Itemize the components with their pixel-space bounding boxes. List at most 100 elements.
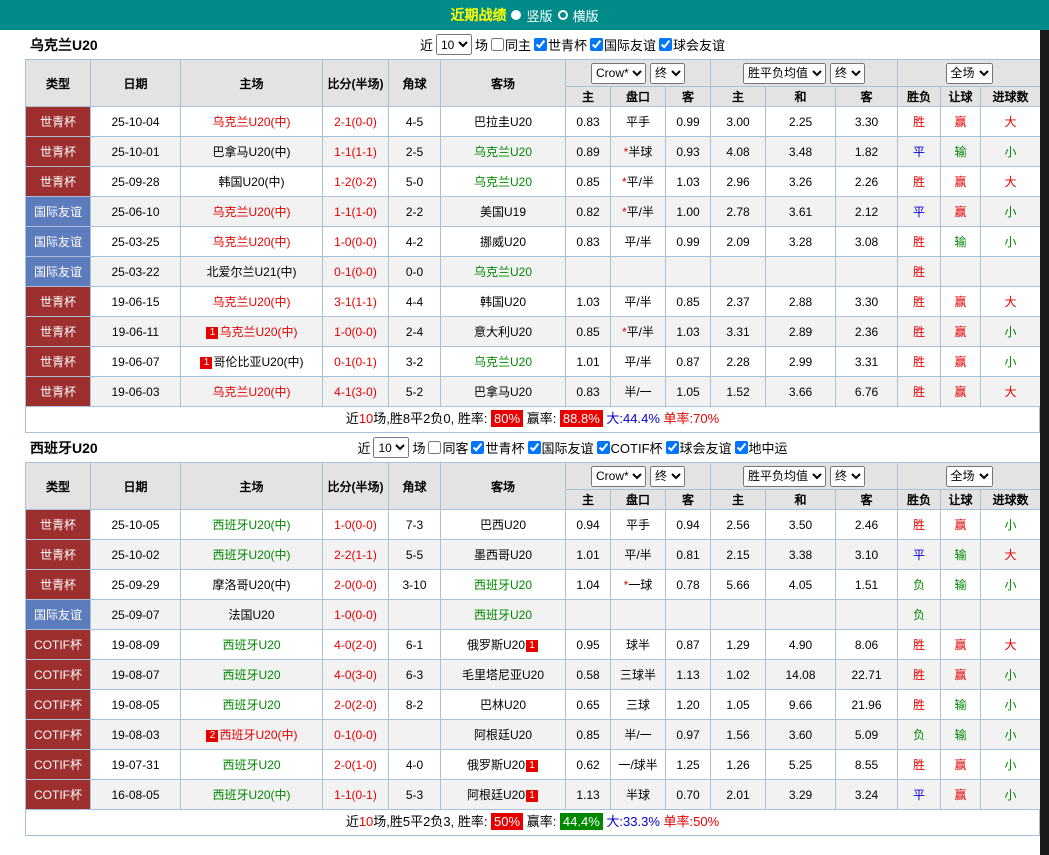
match-count-select[interactable]: 10: [436, 34, 472, 55]
away-team-name[interactable]: 乌克兰U20: [474, 175, 532, 189]
euro-type-select[interactable]: 胜平负均值: [743, 63, 826, 84]
home-team-name[interactable]: 法国U20: [228, 608, 274, 622]
away-team-name[interactable]: 俄罗斯U20: [467, 638, 525, 652]
layout-label-vertical[interactable]: 竖版: [526, 6, 552, 25]
competition-filter-0[interactable]: 世青杯: [534, 35, 587, 54]
handicap-result: 赢: [941, 167, 981, 197]
asia-stage-select[interactable]: 终: [650, 466, 685, 487]
asia-away-odds: 0.85: [666, 287, 711, 317]
away-team-name[interactable]: 美国U19: [480, 205, 526, 219]
home-team-name[interactable]: 西班牙U20: [222, 698, 280, 712]
away-team-name[interactable]: 墨西哥U20: [474, 548, 532, 562]
home-team-name[interactable]: 巴拿马U20(中): [212, 145, 290, 159]
same-venue-filter-checkbox[interactable]: [428, 441, 441, 454]
away-team-name[interactable]: 巴林U20: [480, 698, 526, 712]
competition-cell: 世青杯: [26, 540, 91, 570]
match-row: 国际友谊25-03-25乌克兰U20(中)1-0(0-0)4-2挪威U200.8…: [26, 227, 1041, 257]
score-cell: 0-1(0-1): [323, 347, 389, 377]
competition-filter-1[interactable]: 国际友谊: [528, 438, 594, 457]
summary-bar: 近10场,胜8平2负0, 胜率: 80% 赢率: 88.8% 大:44.4% 单…: [25, 407, 1040, 433]
away-team-name[interactable]: 巴拉圭U20: [474, 115, 532, 129]
competition-filter-3[interactable]: 球会友谊: [666, 438, 732, 457]
match-count-select[interactable]: 10: [373, 437, 409, 458]
euro-away-odds: [836, 257, 898, 287]
home-team-name[interactable]: 乌克兰U20(中): [212, 385, 290, 399]
score-cell: 0-1(0-0): [323, 257, 389, 287]
away-team-name[interactable]: 西班牙U20: [474, 608, 532, 622]
home-team-name[interactable]: 乌克兰U20(中): [212, 115, 290, 129]
away-team-name[interactable]: 巴拿马U20: [474, 385, 532, 399]
home-team-name[interactable]: 西班牙U20(中): [212, 788, 290, 802]
away-team-name[interactable]: 俄罗斯U20: [467, 758, 525, 772]
home-team-name[interactable]: 韩国U20(中): [218, 175, 284, 189]
competition-filter-1[interactable]: 国际友谊: [590, 35, 656, 54]
euro-stage-select[interactable]: 终: [830, 466, 865, 487]
home-team-name[interactable]: 西班牙U20: [222, 758, 280, 772]
away-team-name[interactable]: 西班牙U20: [474, 578, 532, 592]
competition-filter-2-checkbox[interactable]: [659, 38, 672, 51]
away-team-name[interactable]: 巴西U20: [480, 518, 526, 532]
page-right-edge: [1040, 30, 1049, 855]
same-venue-filter[interactable]: 同客: [428, 438, 468, 457]
away-team-name[interactable]: 毛里塔尼亚U20: [462, 668, 544, 682]
goals-result: 大: [981, 377, 1041, 407]
euro-type-select[interactable]: 胜平负均值: [743, 466, 826, 487]
competition-filter-0-checkbox[interactable]: [534, 38, 547, 51]
away-team-name[interactable]: 乌克兰U20: [474, 145, 532, 159]
home-team-name[interactable]: 哥伦比亚U20(中): [213, 355, 303, 369]
competition-filter-3-checkbox[interactable]: [666, 441, 679, 454]
competition-filter-0-checkbox[interactable]: [471, 441, 484, 454]
euro-home-odds: 3.00: [711, 107, 766, 137]
scope-select[interactable]: 全场: [946, 466, 993, 487]
wdl-result: 胜: [898, 750, 941, 780]
away-team-name[interactable]: 乌克兰U20: [474, 265, 532, 279]
competition-filter-2[interactable]: 球会友谊: [659, 35, 725, 54]
euro-stage-select[interactable]: 终: [830, 63, 865, 84]
handicap-line: [611, 600, 666, 630]
home-team-name[interactable]: 乌克兰U20(中): [212, 205, 290, 219]
score-cell: 3-1(1-1): [323, 287, 389, 317]
summary-segment: 88.8%: [560, 410, 603, 427]
handicap-result: 赢: [941, 377, 981, 407]
home-team-name[interactable]: 乌克兰U20(中): [212, 235, 290, 249]
scope-select[interactable]: 全场: [946, 63, 993, 84]
bookmaker-select[interactable]: Crow*: [591, 63, 646, 84]
home-team-name[interactable]: 西班牙U20(中): [212, 548, 290, 562]
home-team-name[interactable]: 西班牙U20(中): [219, 728, 297, 742]
same-venue-filter-checkbox[interactable]: [491, 38, 504, 51]
competition-filter-2-checkbox[interactable]: [597, 441, 610, 454]
home-team-name[interactable]: 西班牙U20: [222, 638, 280, 652]
competition-filter-1-checkbox[interactable]: [528, 441, 541, 454]
competition-filter-4-checkbox[interactable]: [735, 441, 748, 454]
away-team-name[interactable]: 阿根廷U20: [474, 728, 532, 742]
layout-radio-vertical[interactable]: [511, 10, 521, 20]
layout-label-horizontal[interactable]: 横版: [573, 6, 599, 25]
same-venue-filter[interactable]: 同主: [491, 35, 531, 54]
asia-stage-select[interactable]: 终: [650, 63, 685, 84]
home-team-name[interactable]: 西班牙U20: [222, 668, 280, 682]
competition-filter-4[interactable]: 地中运: [735, 438, 788, 457]
away-team-name[interactable]: 韩国U20: [480, 295, 526, 309]
home-team-name[interactable]: 北爱尔兰U21(中): [206, 265, 296, 279]
away-team-name[interactable]: 意大利U20: [474, 325, 532, 339]
away-team-name[interactable]: 挪威U20: [480, 235, 526, 249]
summary-segment: 单率:: [660, 814, 693, 829]
competition-filter-1-checkbox[interactable]: [590, 38, 603, 51]
layout-radio-horizontal[interactable]: [558, 10, 568, 20]
home-team-cell: 韩国U20(中): [181, 167, 323, 197]
euro-home-odds: 1.52: [711, 377, 766, 407]
competition-filter-2[interactable]: COTIF杯: [597, 438, 663, 457]
competition-filter-0[interactable]: 世青杯: [471, 438, 524, 457]
home-team-name[interactable]: 乌克兰U20(中): [219, 325, 297, 339]
home-team-cell: 1哥伦比亚U20(中): [181, 347, 323, 377]
away-team-name[interactable]: 乌克兰U20: [474, 355, 532, 369]
date-cell: 25-09-29: [91, 570, 181, 600]
col-header: 主场: [181, 60, 323, 107]
home-team-name[interactable]: 乌克兰U20(中): [212, 295, 290, 309]
bookmaker-select[interactable]: Crow*: [591, 466, 646, 487]
home-team-name[interactable]: 摩洛哥U20(中): [212, 578, 290, 592]
home-team-name[interactable]: 西班牙U20(中): [212, 518, 290, 532]
away-team-name[interactable]: 阿根廷U20: [467, 788, 525, 802]
wdl-result: 胜: [898, 690, 941, 720]
score-cell: 0-1(0-0): [323, 720, 389, 750]
